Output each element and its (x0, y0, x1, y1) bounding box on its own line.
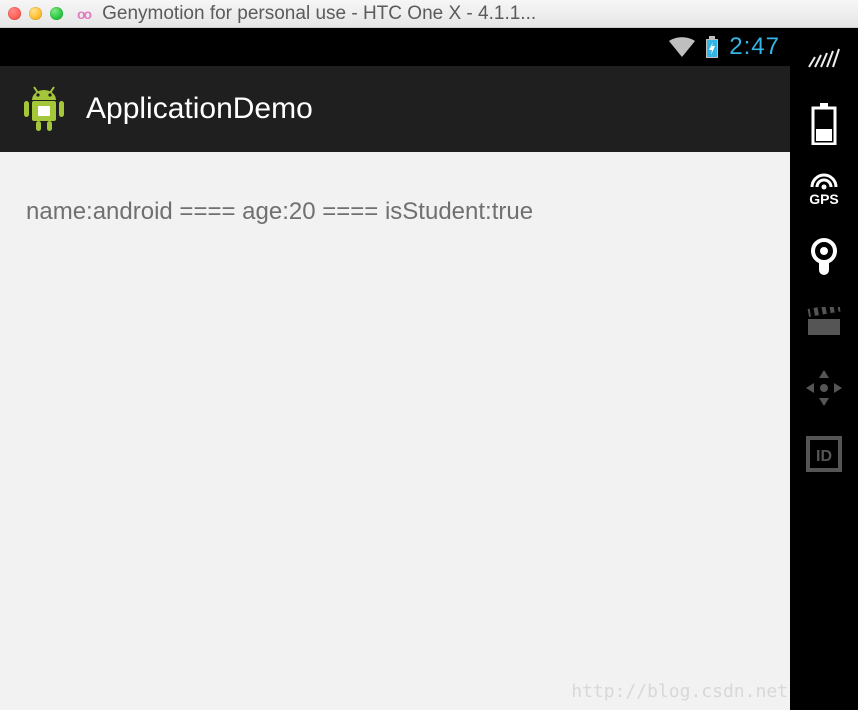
window-close-button[interactable] (8, 7, 21, 20)
battery-charging-icon (705, 36, 719, 58)
window-zoom-button[interactable] (50, 7, 63, 20)
emulator-shell: 2:47 (0, 28, 858, 710)
traffic-lights (8, 7, 63, 20)
app-action-bar: ApplicationDemo (0, 66, 790, 152)
volume-button[interactable] (800, 34, 848, 82)
wifi-icon (669, 37, 695, 57)
window-title: Genymotion for personal use - HTC One X … (102, 3, 850, 25)
app-content: name:android ==== age:20 ==== isStudent:… (0, 152, 790, 710)
gps-label: GPS (809, 191, 839, 207)
gps-button[interactable]: GPS (800, 166, 848, 214)
android-status-bar[interactable]: 2:47 (0, 28, 790, 66)
status-clock: 2:47 (729, 33, 780, 61)
emulator-side-toolbar: GPS (790, 28, 858, 710)
mac-titlebar: oo Genymotion for personal use - HTC One… (0, 0, 858, 28)
android-icon (22, 85, 66, 133)
camera-button[interactable] (800, 232, 848, 280)
app-title: ApplicationDemo (86, 92, 313, 126)
window-minimize-button[interactable] (29, 7, 42, 20)
battery-button[interactable] (800, 100, 848, 148)
clapperboard-button[interactable] (800, 298, 848, 346)
id-label: ID (816, 448, 832, 465)
dpad-button[interactable] (800, 364, 848, 412)
genymotion-glyph-icon: oo (77, 6, 90, 22)
content-text: name:android ==== age:20 ==== isStudent:… (26, 198, 533, 225)
device-pane: 2:47 (0, 28, 790, 710)
identifier-button[interactable]: ID (800, 430, 848, 478)
